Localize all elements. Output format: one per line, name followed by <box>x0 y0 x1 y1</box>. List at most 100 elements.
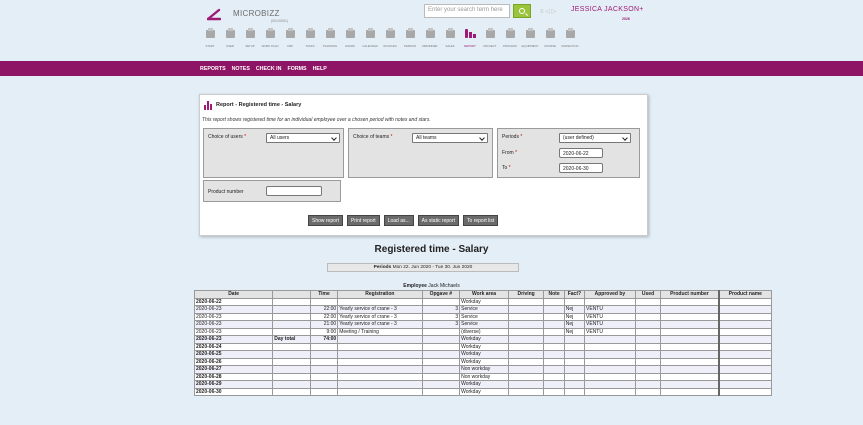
table-cell <box>507 335 545 344</box>
toolbar-item-invoices[interactable]: Invoices <box>380 25 400 53</box>
menu-item-forms[interactable]: FORMS <box>287 66 306 72</box>
column-header[interactable]: Product number <box>660 290 720 299</box>
column-header[interactable]: Approved by <box>584 290 636 299</box>
table-cell: Day total <box>272 335 311 344</box>
table-cell <box>507 297 545 306</box>
table-cell: 2020-06-27 <box>193 365 274 374</box>
table-cell <box>717 305 772 314</box>
table-row: 2020-06-25 Workday <box>193 350 772 359</box>
teams-select[interactable]: All teams <box>412 133 488 143</box>
table-cell: Service <box>459 320 509 329</box>
report-table: Date Time Registration Opgave # Work area Dri… <box>193 290 772 396</box>
table-cell <box>584 365 636 374</box>
print-report-button[interactable]: Print report <box>346 215 380 226</box>
column-header[interactable] <box>272 290 311 299</box>
table-cell: 9:00 <box>309 327 339 336</box>
column-header[interactable]: Used <box>634 290 662 299</box>
users-label: Choice of users * <box>208 134 246 140</box>
table-cell: Yearly service of crane - 3 <box>337 305 423 314</box>
toolbar-item-equipment[interactable]: Equipment <box>520 25 540 53</box>
required-mark: * <box>244 134 247 140</box>
to-report-list-button[interactable]: To report list <box>463 215 499 226</box>
table-cell <box>717 350 772 359</box>
required-mark: * <box>390 134 393 140</box>
as-static-report-button[interactable]: As static report <box>417 215 460 226</box>
column-header[interactable]: Date <box>193 290 274 299</box>
column-header[interactable]: Work area <box>459 290 509 299</box>
logo[interactable]: MICROBIZZ (001/0001) <box>207 5 288 23</box>
toolbar-item-calendar[interactable]: Calendar <box>360 25 380 53</box>
table-cell <box>584 357 636 366</box>
toolbar-item-setup[interactable]: Setup <box>240 25 260 53</box>
menu-item-check-in[interactable]: CHECK IN <box>256 66 282 72</box>
toolbar-item-user[interactable]: User <box>220 25 240 53</box>
toolbar-item-report[interactable]: Report <box>460 25 480 53</box>
product-number-input[interactable] <box>266 186 322 196</box>
column-header[interactable]: Driving <box>507 290 545 299</box>
toolbar-item-start[interactable]: Start <box>200 25 220 53</box>
header-nav-icons[interactable]: ≡ ◁ ▷ <box>540 8 556 15</box>
table-cell <box>421 327 461 336</box>
table-cell <box>660 372 720 381</box>
toolbar-item-process[interactable]: Process <box>500 25 520 53</box>
user-name[interactable]: JESSICA JACKSON+ <box>571 6 644 13</box>
table-cell <box>660 357 720 366</box>
column-header[interactable]: Note <box>543 290 565 299</box>
to-date-input[interactable]: 2020-06-30 <box>559 163 603 173</box>
table-row: 2020-06-30 Workday <box>193 387 772 396</box>
table-cell: 2020-06-23 <box>193 335 274 344</box>
column-header[interactable]: Product name <box>717 290 772 299</box>
table-cell <box>272 305 311 314</box>
from-date-input[interactable]: 2020-06-22 <box>559 148 603 158</box>
table-cell <box>337 297 423 306</box>
table-cell <box>507 312 545 321</box>
toolbar-item-planning[interactable]: Planning <box>320 25 340 53</box>
column-header[interactable]: Opgave # <box>421 290 461 299</box>
toolbar-item-hours[interactable]: Hours <box>340 25 360 53</box>
teams-filter-box: Choice of teams * All teams <box>348 128 493 178</box>
toolbar-item-course[interactable]: Course <box>540 25 560 53</box>
toolbar-item-sales[interactable]: Sales <box>440 25 460 53</box>
toolbar-item-reminder[interactable]: Reminder <box>420 25 440 53</box>
table-cell <box>309 350 339 359</box>
tools-icon <box>524 27 537 40</box>
toolbar-item-crp[interactable]: CRP <box>280 25 300 53</box>
toolbar-item-project[interactable]: Project <box>480 25 500 53</box>
periods-select[interactable]: (user defined) <box>559 133 631 143</box>
table-cell <box>717 320 772 329</box>
table-body: 2020-06-22 Workday 2020-06-23 22:00 Yearly s… <box>193 297 772 396</box>
report-panel: Report - Registered time - Salary This r… <box>199 94 648 236</box>
table-cell <box>337 335 423 344</box>
table-cell: Workday <box>459 342 509 351</box>
users-select[interactable]: All users <box>266 133 340 143</box>
menu-item-reports[interactable]: REPORTS <box>200 66 226 72</box>
toolbar-item-label: Report <box>464 44 476 48</box>
search-button[interactable] <box>513 4 531 18</box>
column-header[interactable]: Time <box>309 290 339 299</box>
table-cell <box>634 357 662 366</box>
toolbar-item-work-plan[interactable]: Work plan <box>260 25 280 53</box>
table-cell: 74:00 <box>309 335 339 344</box>
column-header[interactable]: Fact? <box>563 290 586 299</box>
toolbar-item-inspection[interactable]: Inspection <box>560 25 580 53</box>
column-header[interactable]: Registration <box>337 290 423 299</box>
search-input[interactable]: Enter your search term here <box>424 4 510 18</box>
table-cell <box>660 320 720 329</box>
load-as-button[interactable]: Load as... <box>383 215 414 226</box>
toolbar-item-label: Equipment <box>521 44 539 48</box>
table-cell <box>272 387 311 396</box>
table-cell <box>507 365 545 374</box>
menu-item-notes[interactable]: NOTES <box>232 66 250 72</box>
table-cell: 2020-06-25 <box>193 350 274 359</box>
table-cell <box>563 380 586 389</box>
toolbar-item-person[interactable]: Person <box>400 25 420 53</box>
table-cell <box>634 387 662 396</box>
menu-item-help[interactable]: HELP <box>313 66 327 72</box>
show-report-button[interactable]: Show report <box>308 215 343 226</box>
workplan-icon <box>264 27 277 40</box>
toolbar-item-tasks[interactable]: Tasks <box>300 25 320 53</box>
panel-description: This report shows registered time for an… <box>202 117 431 123</box>
table-cell: Meeting / Training <box>337 327 423 336</box>
table-cell <box>543 357 565 366</box>
table-cell: 21:00 <box>309 320 339 329</box>
